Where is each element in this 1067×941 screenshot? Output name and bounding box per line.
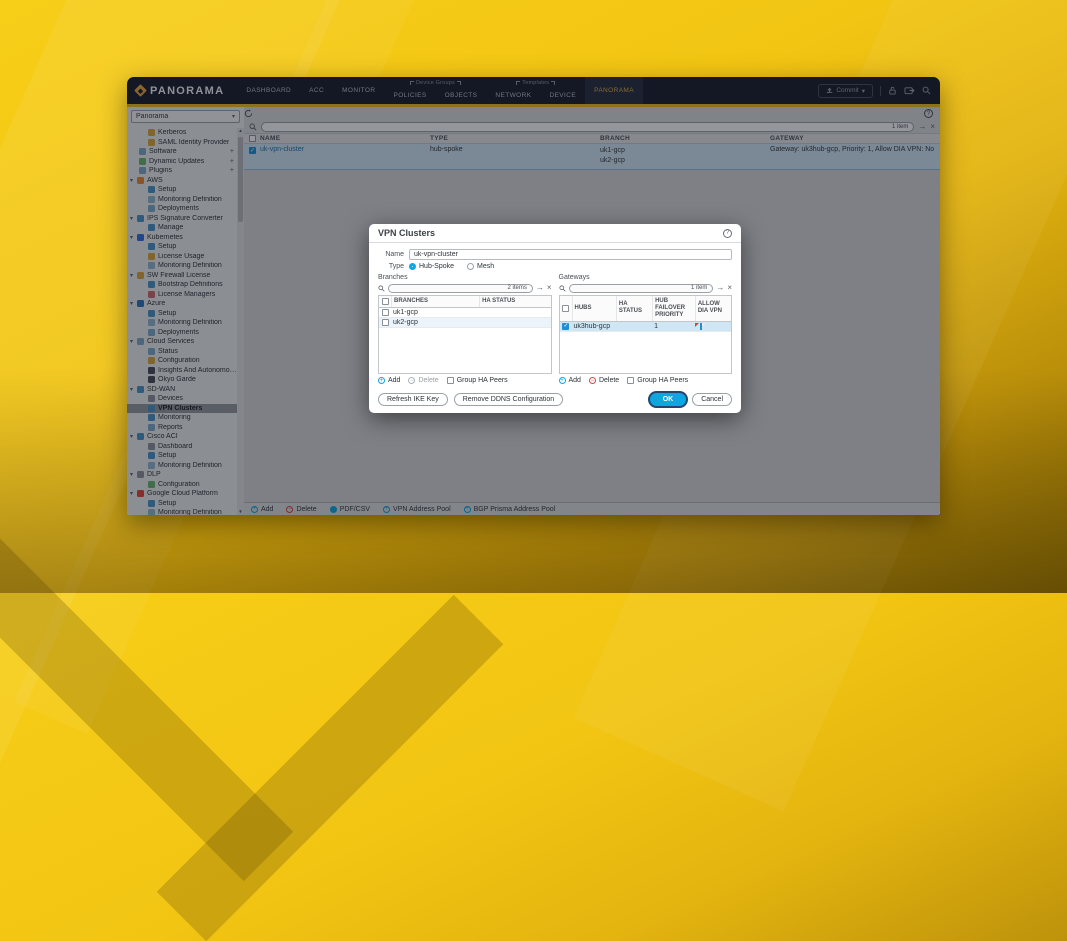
item-count: 2 items xyxy=(507,285,526,291)
apply-filter-icon[interactable]: → xyxy=(716,283,724,293)
refresh-ike-key-button[interactable]: Refresh IKE Key xyxy=(378,393,448,406)
mesh-radio[interactable]: Mesh xyxy=(467,263,494,270)
gateways-panel: Gateways 1 item → × HUBS HA STATUS HUB F… xyxy=(559,273,733,387)
name-label: Name xyxy=(378,251,404,258)
select-all-checkbox[interactable] xyxy=(562,305,569,312)
column-header[interactable]: ALLOW DIA VPN xyxy=(695,296,731,321)
add-button[interactable]: + Add xyxy=(378,377,400,384)
background-chevron xyxy=(0,535,293,881)
select-all-checkbox[interactable] xyxy=(382,298,389,305)
radio-selected-icon xyxy=(409,263,416,270)
dialog-title: VPN Clusters xyxy=(378,228,435,238)
allow-dia-vpn-cell xyxy=(695,323,731,330)
clear-filter-icon[interactable]: × xyxy=(547,283,552,293)
gateways-search-input[interactable]: 1 item xyxy=(569,284,714,293)
delete-button[interactable]: − Delete xyxy=(589,377,619,384)
radio-unselected-icon xyxy=(467,263,474,270)
column-header[interactable]: HA STATUS xyxy=(479,296,550,307)
hub-spoke-radio[interactable]: Hub-Spoke xyxy=(409,263,454,270)
ok-button[interactable]: OK xyxy=(650,393,687,406)
add-button[interactable]: + Add xyxy=(559,377,581,384)
branches-section-label: Branches xyxy=(378,274,552,281)
dialog-footer: Refresh IKE Key Remove DDNS Configuratio… xyxy=(369,387,741,413)
allow-dia-vpn-checkbox[interactable] xyxy=(700,323,702,330)
delete-circle-icon: − xyxy=(408,377,415,384)
help-icon[interactable]: ? xyxy=(723,229,732,238)
add-circle-icon: + xyxy=(559,377,566,384)
clear-filter-icon[interactable]: × xyxy=(727,283,732,293)
row-checkbox[interactable] xyxy=(382,319,389,326)
column-header[interactable]: BRANCHES xyxy=(391,296,479,307)
item-count: 1 item xyxy=(691,285,707,291)
checkbox-icon xyxy=(627,377,634,384)
cancel-button[interactable]: Cancel xyxy=(692,393,732,406)
group-ha-peers-checkbox[interactable]: Group HA Peers xyxy=(627,377,688,384)
gateways-section-label: Gateways xyxy=(559,274,733,281)
column-header[interactable]: HUBS xyxy=(572,296,616,321)
branches-search-input[interactable]: 2 items xyxy=(388,284,533,293)
branches-panel: Branches 2 items → × BRANCHES HA STATUS xyxy=(378,273,552,387)
column-header[interactable]: HUB FAILOVER PRIORITY xyxy=(652,296,695,321)
vpn-clusters-dialog: VPN Clusters ? Name Type Hub-Spoke Mesh xyxy=(369,224,741,413)
search-icon xyxy=(378,285,385,292)
name-field[interactable] xyxy=(409,249,732,260)
background-chevron xyxy=(157,595,503,941)
hub-row[interactable]: uk3hub-gcp 1 xyxy=(560,322,732,332)
row-checkbox[interactable] xyxy=(562,323,569,330)
add-circle-icon: + xyxy=(378,377,385,384)
checkbox-icon xyxy=(447,377,454,384)
delete-button-disabled: − Delete xyxy=(408,377,438,384)
column-header[interactable]: HA STATUS xyxy=(616,296,652,321)
group-ha-peers-checkbox[interactable]: Group HA Peers xyxy=(447,377,508,384)
dialog-header: VPN Clusters ? xyxy=(369,224,741,243)
apply-filter-icon[interactable]: → xyxy=(536,283,544,293)
type-label: Type xyxy=(378,263,404,270)
delete-circle-icon: − xyxy=(589,377,596,384)
row-checkbox[interactable] xyxy=(382,309,389,316)
remove-ddns-configuration-button[interactable]: Remove DDNS Configuration xyxy=(454,393,563,406)
search-icon xyxy=(559,285,566,292)
branch-row[interactable]: uk1-gcp xyxy=(379,308,551,318)
branch-row[interactable]: uk2-gcp xyxy=(379,318,551,328)
